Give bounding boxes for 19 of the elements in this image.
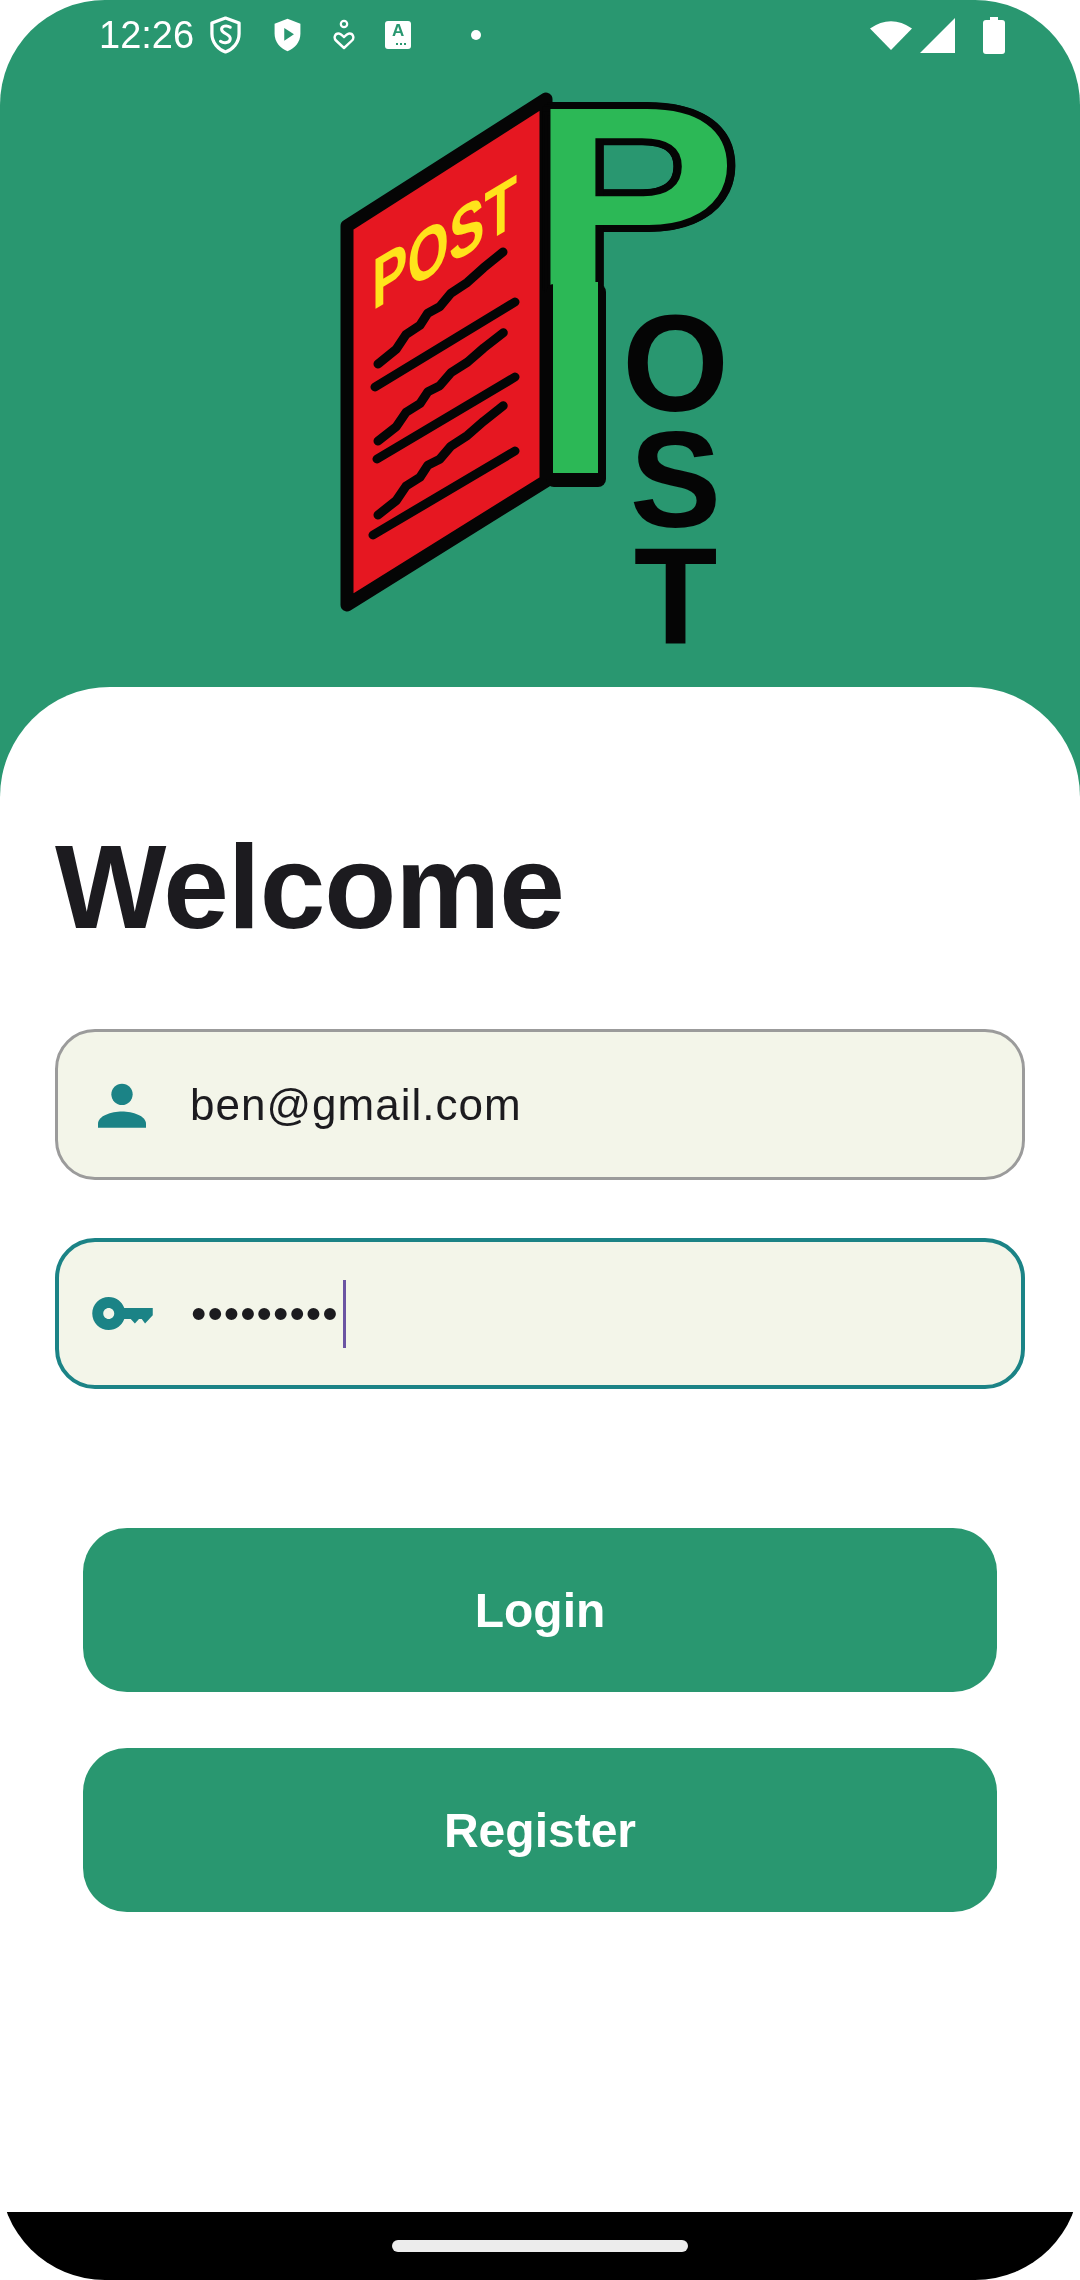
wifi-icon bbox=[870, 20, 912, 50]
logo-stacked-letters: OST bbox=[621, 306, 730, 654]
gesture-handle[interactable] bbox=[392, 2240, 688, 2252]
letter-tile: A bbox=[385, 21, 412, 49]
person-icon bbox=[98, 1081, 146, 1128]
battery-icon bbox=[983, 16, 1005, 54]
signal-icon bbox=[920, 17, 955, 53]
page-heading: Welcome bbox=[55, 828, 565, 946]
key-icon bbox=[91, 1297, 153, 1330]
register-button[interactable]: Register bbox=[83, 1748, 997, 1912]
heart-icon bbox=[333, 19, 356, 51]
notification-dot-icon bbox=[471, 30, 482, 40]
login-button[interactable]: Login bbox=[83, 1528, 997, 1692]
password-field[interactable]: ••••••••• bbox=[55, 1238, 1025, 1389]
text-cursor-icon bbox=[342, 1279, 346, 1348]
logo-label: POST bbox=[372, 158, 518, 326]
status-time: 12:26 bbox=[99, 16, 195, 54]
email-field[interactable]: ben@gmail.com bbox=[55, 1029, 1025, 1180]
shield-icon bbox=[209, 16, 243, 54]
